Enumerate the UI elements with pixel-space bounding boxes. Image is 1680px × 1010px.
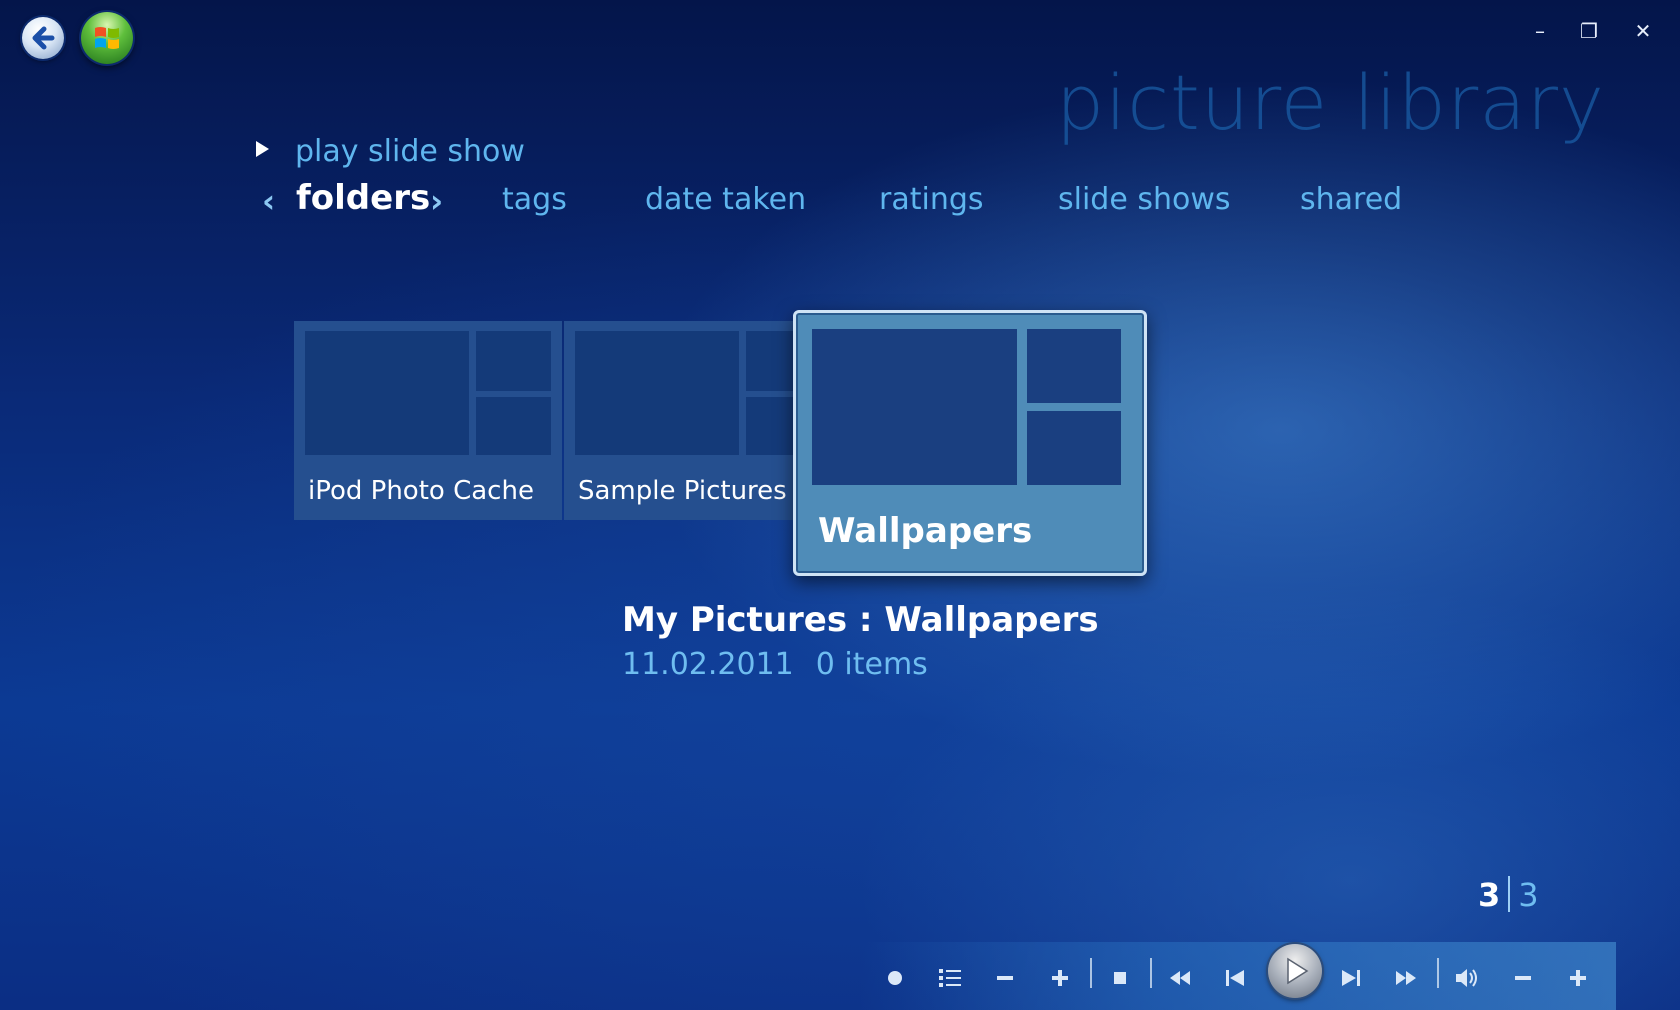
thumbnail-placeholder (476, 397, 551, 455)
thumbnail-placeholder (1027, 411, 1121, 485)
back-arrow-icon (32, 26, 55, 50)
mute-button[interactable] (1449, 960, 1485, 996)
folder-tile-ipod-photo-cache[interactable]: iPod Photo Cache (294, 321, 562, 520)
thumbnail-placeholder (1027, 329, 1121, 403)
channel-up-button[interactable] (1042, 960, 1078, 996)
selection-details: 11.02.2011 0 items (622, 647, 928, 682)
rewind-icon (1170, 971, 1190, 985)
rewind-button[interactable] (1162, 960, 1198, 996)
folder-label: Sample Pictures (578, 476, 787, 506)
previous-button[interactable] (1217, 960, 1253, 996)
play-slide-show-link[interactable]: play slide show (256, 134, 525, 169)
next-button[interactable] (1333, 960, 1369, 996)
skip-previous-icon (1226, 970, 1244, 986)
record-button[interactable] (877, 960, 913, 996)
play-button[interactable] (1268, 944, 1322, 998)
plus-icon (1052, 970, 1068, 986)
minus-icon (1515, 976, 1531, 980)
chevron-left-icon[interactable]: ‹ (262, 182, 275, 220)
transport-separator (1437, 958, 1439, 988)
guide-button[interactable] (932, 960, 968, 996)
page-total: 3 (1518, 876, 1539, 914)
play-slide-show-label: play slide show (295, 134, 525, 169)
transport-separator (1150, 958, 1152, 988)
fast-forward-icon (1396, 971, 1416, 985)
plus-icon (1570, 970, 1586, 986)
record-icon (888, 971, 902, 985)
thumbnail-placeholder (305, 331, 469, 455)
play-icon (1287, 957, 1309, 985)
play-triangle-icon (256, 140, 269, 157)
page-counter: 33 (1478, 876, 1539, 915)
page-separator (1508, 876, 1511, 912)
page-title: picture library (1055, 58, 1605, 147)
folder-label: iPod Photo Cache (308, 476, 534, 506)
channel-down-button[interactable] (987, 960, 1023, 996)
thumbnail-placeholder (812, 329, 1017, 485)
skip-next-icon (1342, 970, 1360, 986)
tab-tags[interactable]: tags (502, 182, 567, 217)
minus-icon (997, 976, 1013, 980)
page-current: 3 (1478, 876, 1501, 914)
tab-folders[interactable]: folders (296, 178, 430, 218)
thumbnail-placeholder (476, 331, 551, 391)
restore-button[interactable]: ❐ (1574, 18, 1604, 44)
close-button[interactable]: ✕ (1628, 18, 1658, 44)
selection-title: My Pictures : Wallpapers (622, 600, 1099, 640)
folder-label: Wallpapers (818, 511, 1033, 551)
minimize-button[interactable]: – (1525, 18, 1555, 44)
speaker-icon (1456, 969, 1477, 987)
fast-forward-button[interactable] (1388, 960, 1424, 996)
tab-date-taken[interactable]: date taken (645, 182, 806, 217)
tab-slide-shows[interactable]: slide shows (1058, 182, 1231, 217)
chevron-right-icon[interactable]: › (430, 182, 443, 220)
thumbnail-placeholder (746, 397, 798, 455)
transport-separator (1090, 958, 1092, 988)
folder-tile-sample-pictures[interactable]: Sample Pictures (564, 321, 798, 520)
stop-icon (1114, 972, 1126, 984)
start-button[interactable] (81, 12, 133, 64)
folder-tile-wallpapers[interactable]: Wallpapers (793, 310, 1147, 576)
selection-date: 11.02.2011 (622, 647, 794, 682)
thumbnail-placeholder (575, 331, 739, 455)
thumbnail-placeholder (746, 331, 798, 391)
windows-logo-icon (95, 27, 119, 49)
tab-shared[interactable]: shared (1300, 182, 1402, 217)
volume-down-button[interactable] (1505, 960, 1541, 996)
tab-ratings[interactable]: ratings (879, 182, 984, 217)
list-icon (939, 969, 961, 987)
volume-up-button[interactable] (1560, 960, 1596, 996)
back-button[interactable] (22, 17, 64, 59)
stop-button[interactable] (1102, 960, 1138, 996)
selection-item-count: 0 items (815, 647, 928, 682)
